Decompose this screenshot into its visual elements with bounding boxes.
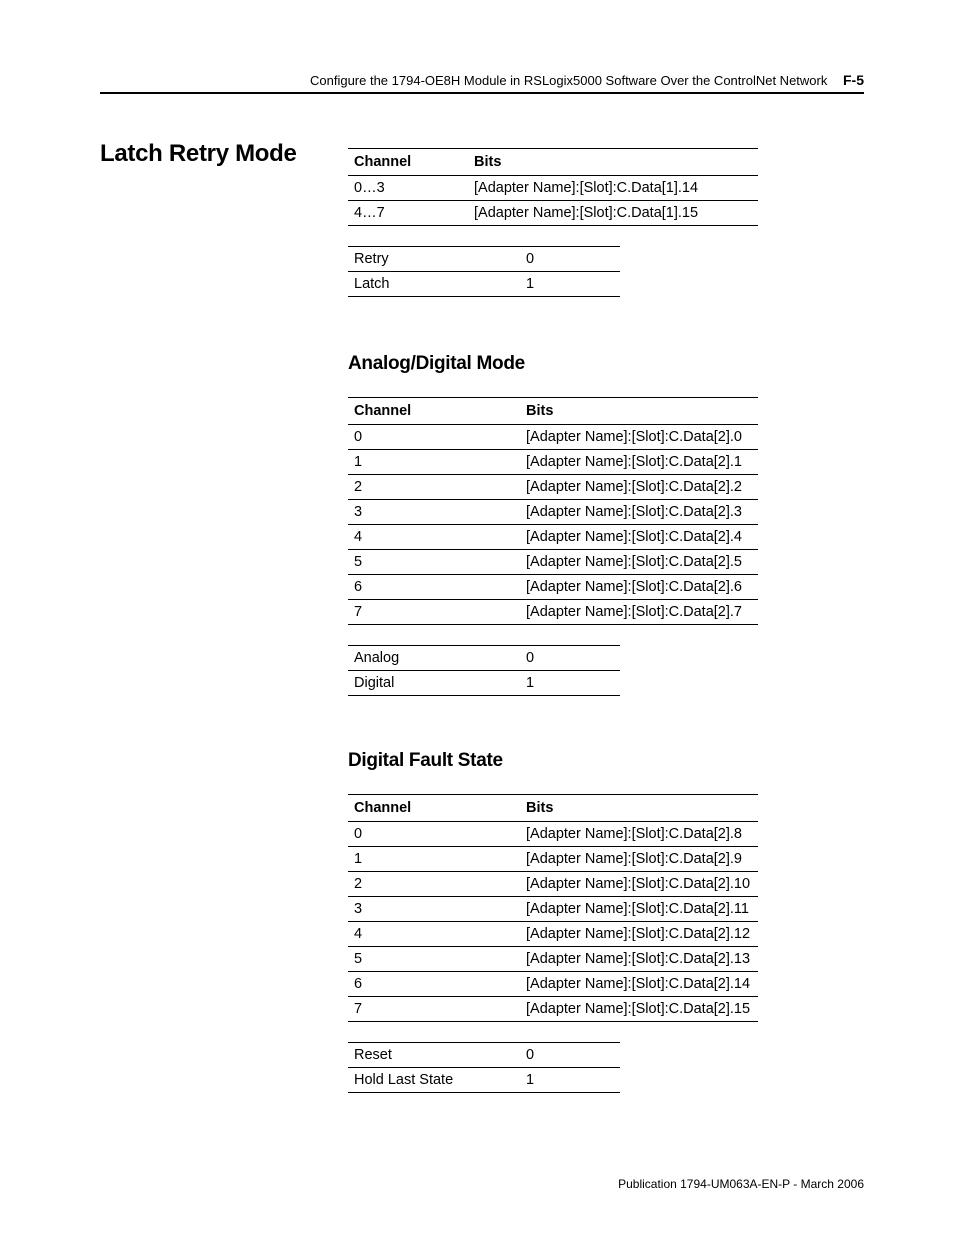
table-row: 4[Adapter Name]:[Slot]:C.Data[2].4 — [348, 525, 758, 550]
cell-bits: [Adapter Name]:[Slot]:C.Data[2].1 — [520, 450, 758, 475]
section-heading-analog-digital-mode: Analog/Digital Mode — [348, 353, 800, 375]
table-row: 0[Adapter Name]:[Slot]:C.Data[2].8 — [348, 822, 758, 847]
cell-channel: 0…3 — [348, 176, 468, 201]
cell-value: 1 — [520, 1068, 620, 1093]
col-header-bits: Bits — [520, 795, 758, 822]
table-header-row: Channel Bits — [348, 795, 758, 822]
cell-value: 0 — [520, 1043, 620, 1068]
content-area: Channel Bits 0…3 [Adapter Name]:[Slot]:C… — [348, 148, 800, 1093]
table-row: Hold Last State 1 — [348, 1068, 620, 1093]
cell-bits: [Adapter Name]:[Slot]:C.Data[2].6 — [520, 575, 758, 600]
col-header-channel: Channel — [348, 398, 520, 425]
table-digital-fault-lookup: Reset 0 Hold Last State 1 — [348, 1042, 620, 1093]
col-header-bits: Bits — [520, 398, 758, 425]
cell-key: Retry — [348, 247, 520, 272]
col-header-bits: Bits — [468, 149, 758, 176]
cell-value: 0 — [520, 646, 620, 671]
cell-bits: [Adapter Name]:[Slot]:C.Data[2].9 — [520, 847, 758, 872]
cell-bits: [Adapter Name]:[Slot]:C.Data[2].13 — [520, 947, 758, 972]
table-row: 5[Adapter Name]:[Slot]:C.Data[2].13 — [348, 947, 758, 972]
table-latch-retry: Channel Bits 0…3 [Adapter Name]:[Slot]:C… — [348, 148, 758, 226]
table-digital-fault: Channel Bits 0[Adapter Name]:[Slot]:C.Da… — [348, 794, 758, 1022]
cell-channel: 2 — [348, 872, 520, 897]
section-heading-digital-fault-state: Digital Fault State — [348, 750, 800, 772]
cell-channel: 7 — [348, 997, 520, 1022]
cell-channel: 5 — [348, 947, 520, 972]
table-row: 0…3 [Adapter Name]:[Slot]:C.Data[1].14 — [348, 176, 758, 201]
cell-key: Hold Last State — [348, 1068, 520, 1093]
table-row: 4[Adapter Name]:[Slot]:C.Data[2].12 — [348, 922, 758, 947]
cell-channel: 2 — [348, 475, 520, 500]
section-heading-latch-retry-mode: Latch Retry Mode — [100, 140, 297, 168]
col-header-channel: Channel — [348, 149, 468, 176]
header-title: Configure the 1794-OE8H Module in RSLogi… — [310, 73, 827, 88]
cell-bits: [Adapter Name]:[Slot]:C.Data[2].10 — [520, 872, 758, 897]
cell-key: Digital — [348, 671, 520, 696]
cell-value: 1 — [520, 272, 620, 297]
cell-bits: [Adapter Name]:[Slot]:C.Data[2].11 — [520, 897, 758, 922]
page-header: Configure the 1794-OE8H Module in RSLogi… — [100, 72, 864, 94]
cell-channel: 3 — [348, 500, 520, 525]
table-row: 2[Adapter Name]:[Slot]:C.Data[2].10 — [348, 872, 758, 897]
table-row: 3[Adapter Name]:[Slot]:C.Data[2].3 — [348, 500, 758, 525]
cell-bits: [Adapter Name]:[Slot]:C.Data[2].3 — [520, 500, 758, 525]
table-row: 3[Adapter Name]:[Slot]:C.Data[2].11 — [348, 897, 758, 922]
cell-channel: 6 — [348, 575, 520, 600]
cell-channel: 0 — [348, 425, 520, 450]
cell-channel: 7 — [348, 600, 520, 625]
cell-bits: [Adapter Name]:[Slot]:C.Data[2].4 — [520, 525, 758, 550]
table-header-row: Channel Bits — [348, 149, 758, 176]
table-row: 0[Adapter Name]:[Slot]:C.Data[2].0 — [348, 425, 758, 450]
cell-bits: [Adapter Name]:[Slot]:C.Data[2].14 — [520, 972, 758, 997]
cell-channel: 3 — [348, 897, 520, 922]
cell-channel: 4 — [348, 525, 520, 550]
table-row: 4…7 [Adapter Name]:[Slot]:C.Data[1].15 — [348, 201, 758, 226]
cell-bits: [Adapter Name]:[Slot]:C.Data[2].0 — [520, 425, 758, 450]
table-row: 6[Adapter Name]:[Slot]:C.Data[2].6 — [348, 575, 758, 600]
cell-bits: [Adapter Name]:[Slot]:C.Data[1].15 — [468, 201, 758, 226]
cell-bits: [Adapter Name]:[Slot]:C.Data[2].5 — [520, 550, 758, 575]
table-row: Latch 1 — [348, 272, 620, 297]
cell-key: Analog — [348, 646, 520, 671]
table-header-row: Channel Bits — [348, 398, 758, 425]
header-page-number: F-5 — [843, 72, 864, 88]
cell-bits: [Adapter Name]:[Slot]:C.Data[2].15 — [520, 997, 758, 1022]
cell-bits: [Adapter Name]:[Slot]:C.Data[2].7 — [520, 600, 758, 625]
table-row: 2[Adapter Name]:[Slot]:C.Data[2].2 — [348, 475, 758, 500]
cell-channel: 0 — [348, 822, 520, 847]
cell-bits: [Adapter Name]:[Slot]:C.Data[2].8 — [520, 822, 758, 847]
cell-channel: 5 — [348, 550, 520, 575]
table-analog-digital-lookup: Analog 0 Digital 1 — [348, 645, 620, 696]
cell-channel: 4 — [348, 922, 520, 947]
table-latch-retry-lookup: Retry 0 Latch 1 — [348, 246, 620, 297]
table-row: 1[Adapter Name]:[Slot]:C.Data[2].9 — [348, 847, 758, 872]
table-row: Analog 0 — [348, 646, 620, 671]
table-row: 1[Adapter Name]:[Slot]:C.Data[2].1 — [348, 450, 758, 475]
table-row: 5[Adapter Name]:[Slot]:C.Data[2].5 — [348, 550, 758, 575]
table-row: 7[Adapter Name]:[Slot]:C.Data[2].7 — [348, 600, 758, 625]
table-row: 6[Adapter Name]:[Slot]:C.Data[2].14 — [348, 972, 758, 997]
cell-channel: 1 — [348, 450, 520, 475]
table-row: Reset 0 — [348, 1043, 620, 1068]
table-row: Retry 0 — [348, 247, 620, 272]
cell-key: Latch — [348, 272, 520, 297]
table-analog-digital: Channel Bits 0[Adapter Name]:[Slot]:C.Da… — [348, 397, 758, 625]
col-header-channel: Channel — [348, 795, 520, 822]
cell-bits: [Adapter Name]:[Slot]:C.Data[1].14 — [468, 176, 758, 201]
cell-channel: 6 — [348, 972, 520, 997]
cell-channel: 4…7 — [348, 201, 468, 226]
cell-value: 0 — [520, 247, 620, 272]
cell-bits: [Adapter Name]:[Slot]:C.Data[2].12 — [520, 922, 758, 947]
cell-bits: [Adapter Name]:[Slot]:C.Data[2].2 — [520, 475, 758, 500]
cell-key: Reset — [348, 1043, 520, 1068]
cell-channel: 1 — [348, 847, 520, 872]
page-footer: Publication 1794-UM063A-EN-P - March 200… — [618, 1177, 864, 1191]
table-row: Digital 1 — [348, 671, 620, 696]
table-row: 7[Adapter Name]:[Slot]:C.Data[2].15 — [348, 997, 758, 1022]
cell-value: 1 — [520, 671, 620, 696]
